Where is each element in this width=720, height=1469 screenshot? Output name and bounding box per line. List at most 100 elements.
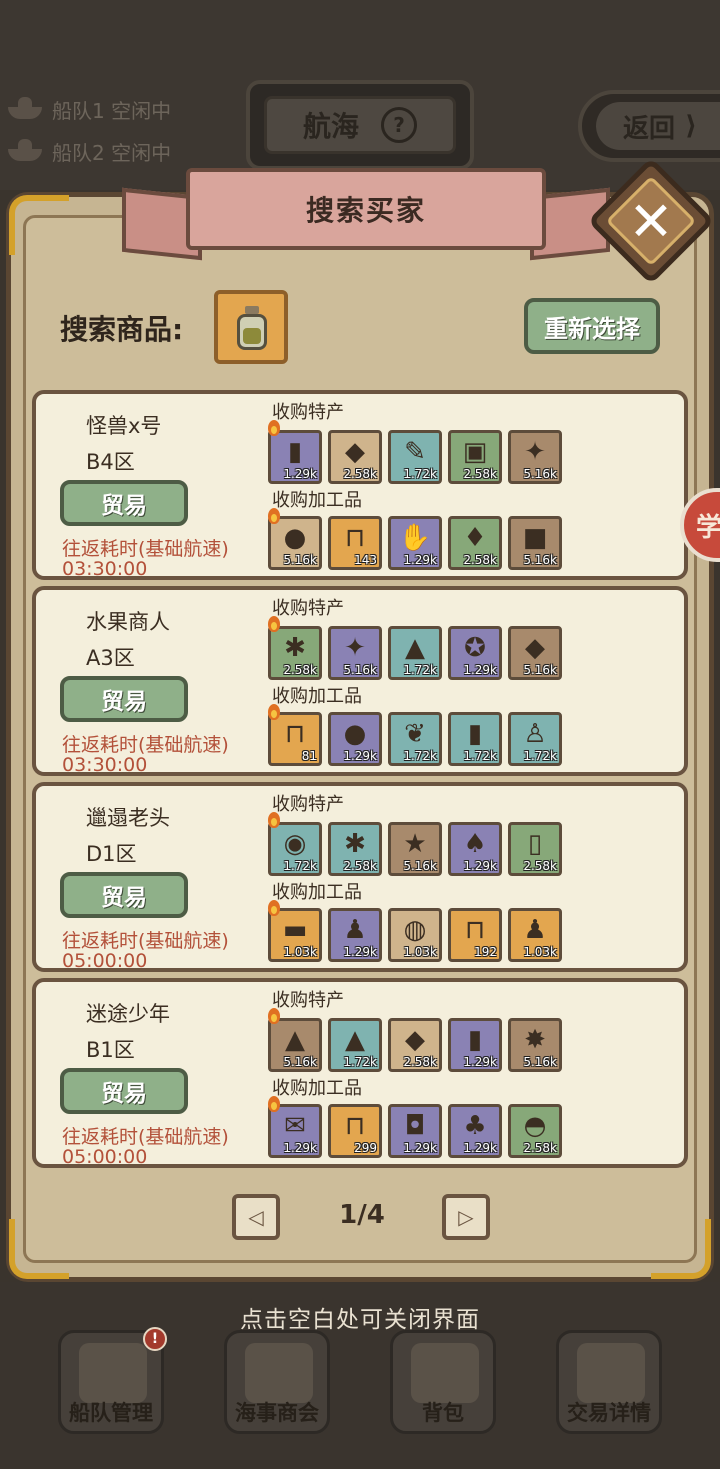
sail-button[interactable]: 航海 ? [246, 80, 474, 170]
item-slot[interactable]: ✪ 1.29k [448, 626, 502, 680]
item-slot[interactable]: ◆ 2.58k [328, 430, 382, 484]
processed-title: 收购加工品 [272, 490, 362, 511]
item-slot[interactable]: ● 1.29k [328, 712, 382, 766]
buyer-list: 怪兽x号 B4区 贸易 往返耗时(基础航速) 03:30:00 收购特产 收购加工品 ▮ 1.2… [32, 390, 688, 1174]
item-row: ▮ 1.29k ◆ 2.58k ✎ 1.72k ▣ 2.58k ✦ 5.16k [268, 430, 562, 484]
fleet-status-row: 船队1 空闲中 [6, 88, 171, 130]
item-slot[interactable]: ⊓ 299 [328, 1104, 382, 1158]
item-quantity: 1.03k [523, 945, 557, 959]
nav-fleet-management[interactable]: ! 船队管理 [58, 1327, 167, 1434]
next-page-button[interactable]: ▷ [442, 1194, 490, 1240]
trade-button[interactable]: 贸易 [60, 1068, 188, 1114]
return-button-label: 返回 [623, 113, 676, 144]
item-slot[interactable]: ✦ 5.16k [328, 626, 382, 680]
prev-page-button[interactable]: ◁ [232, 1194, 280, 1240]
fleet-status-list: 船队1 空闲中 船队2 空闲中 [6, 88, 171, 172]
item-quantity: 1.29k [463, 663, 497, 677]
trade-button[interactable]: 贸易 [60, 676, 188, 722]
item-slot[interactable]: ◍ 1.03k [388, 908, 442, 962]
spellbook-icon: ✦ [344, 633, 366, 663]
nav-maritime-guild[interactable]: 海事商会 [224, 1330, 330, 1434]
item-slot[interactable]: ✦ 5.16k [508, 430, 562, 484]
item-quantity: 5.16k [283, 553, 317, 567]
item-row: ● 5.16k ⊓ 143 ✋ 1.29k ♦ 2.58k ■ 5.16k [268, 516, 562, 570]
item-slot[interactable]: ✱ 2.58k [268, 626, 322, 680]
item-quantity: 5.16k [283, 1055, 317, 1069]
map-icon: ✉ [284, 1111, 306, 1141]
item-slot[interactable]: ♙ 1.72k [508, 712, 562, 766]
obsidian-icon: ▲ [405, 633, 425, 663]
item-slot[interactable]: ❦ 1.72k [388, 712, 442, 766]
scroll-icon [577, 1343, 645, 1403]
jar-icon: ⊓ [284, 719, 306, 749]
nav-backpack[interactable]: 背包 [390, 1330, 496, 1434]
item-slot[interactable]: ◆ 5.16k [508, 626, 562, 680]
starfish-icon: ★ [403, 829, 427, 859]
item-slot[interactable]: ✱ 2.58k [328, 822, 382, 876]
item-slot[interactable]: ▯ 2.58k [508, 822, 562, 876]
item-slot[interactable]: ■ 5.16k [508, 516, 562, 570]
item-slot[interactable]: ▮ 1.29k [268, 430, 322, 484]
item-quantity: 192 [474, 945, 497, 959]
shirt-icon: ♙ [523, 719, 547, 749]
item-slot[interactable]: ▲ 5.16k [268, 1018, 322, 1072]
item-quantity: 1.72k [403, 663, 437, 677]
item-slot[interactable]: ♣ 1.29k [448, 1104, 502, 1158]
item-slot[interactable]: ⊓ 192 [448, 908, 502, 962]
coral-icon: ✱ [344, 829, 366, 859]
item-slot[interactable]: ▮ 1.72k [448, 712, 502, 766]
item-slot[interactable]: ▮ 1.29k [448, 1018, 502, 1072]
item-slot[interactable]: ◆ 2.58k [388, 1018, 442, 1072]
item-slot[interactable]: ♟ 1.03k [508, 908, 562, 962]
item-quantity: 1.29k [463, 1055, 497, 1069]
return-button-face: 返回 ⟩ [596, 102, 720, 150]
selected-item-slot[interactable] [214, 290, 288, 364]
item-slot[interactable]: ◉ 1.72k [268, 822, 322, 876]
reselect-button[interactable]: 重新选择 [524, 298, 660, 354]
flame-icon [266, 418, 282, 438]
item-quantity: 1.72k [403, 749, 437, 763]
flame-icon [266, 898, 282, 918]
notification-badge: ! [143, 1327, 167, 1351]
item-quantity: 1.72k [403, 467, 437, 481]
nav-trade-details[interactable]: 交易详情 [556, 1330, 662, 1434]
close-icon[interactable]: ✕ [606, 176, 696, 266]
item-slot[interactable]: ✋ 1.29k [388, 516, 442, 570]
amethyst-icon: ◆ [525, 633, 545, 663]
processed-title: 收购加工品 [272, 882, 362, 903]
trade-button[interactable]: 贸易 [60, 872, 188, 918]
item-slot[interactable]: ♦ 2.58k [448, 516, 502, 570]
item-row: ▲ 5.16k ▲ 1.72k ◆ 2.58k ▮ 1.29k ✸ 5.16k [268, 1018, 562, 1072]
flame-icon [266, 506, 282, 526]
mushroom-icon: ♠ [463, 829, 487, 859]
item-slot[interactable]: ◘ 1.29k [388, 1104, 442, 1158]
item-row: ◉ 1.72k ✱ 2.58k ★ 5.16k ♠ 1.29k ▯ 2.58k [268, 822, 562, 876]
item-slot[interactable]: ▣ 2.58k [448, 430, 502, 484]
item-quantity: 2.58k [463, 467, 497, 481]
sail-button-label: 航海 [302, 110, 359, 143]
item-row: ✱ 2.58k ✦ 5.16k ▲ 1.72k ✪ 1.29k ◆ 5.16k [268, 626, 562, 680]
item-slot[interactable]: ✎ 1.72k [388, 430, 442, 484]
help-icon[interactable]: ? [381, 107, 417, 143]
item-quantity: 81 [301, 749, 317, 763]
buyer-name: 邋遢老头 [86, 806, 170, 830]
arrow-right-icon: ⟩ [685, 111, 697, 141]
item-slot[interactable]: ▲ 1.72k [328, 1018, 382, 1072]
item-slot[interactable]: ♠ 1.29k [448, 822, 502, 876]
return-button[interactable]: 返回 ⟩ [578, 90, 720, 162]
item-slot[interactable]: ✸ 5.16k [508, 1018, 562, 1072]
specialty-title: 收购特产 [272, 402, 344, 423]
corner-ornament [651, 1219, 711, 1279]
item-slot[interactable]: ★ 5.16k [388, 822, 442, 876]
buyer-card: 水果商人 A3区 贸易 往返耗时(基础航速) 03:30:00 收购特产 收购加工品 ✱ 2.5… [32, 586, 688, 776]
scroll-icon: ✎ [404, 437, 426, 467]
trade-button[interactable]: 贸易 [60, 480, 188, 526]
item-slot[interactable]: ▲ 1.72k [388, 626, 442, 680]
item-quantity: 1.29k [343, 749, 377, 763]
item-slot[interactable]: ♟ 1.29k [328, 908, 382, 962]
can-icon: ▮ [467, 719, 483, 749]
item-slot[interactable]: ◓ 2.58k [508, 1104, 562, 1158]
chevron-right-icon: ▷ [458, 1205, 474, 1229]
trip-time-label: 往返耗时(基础航速) [62, 734, 229, 756]
item-slot[interactable]: ⊓ 143 [328, 516, 382, 570]
